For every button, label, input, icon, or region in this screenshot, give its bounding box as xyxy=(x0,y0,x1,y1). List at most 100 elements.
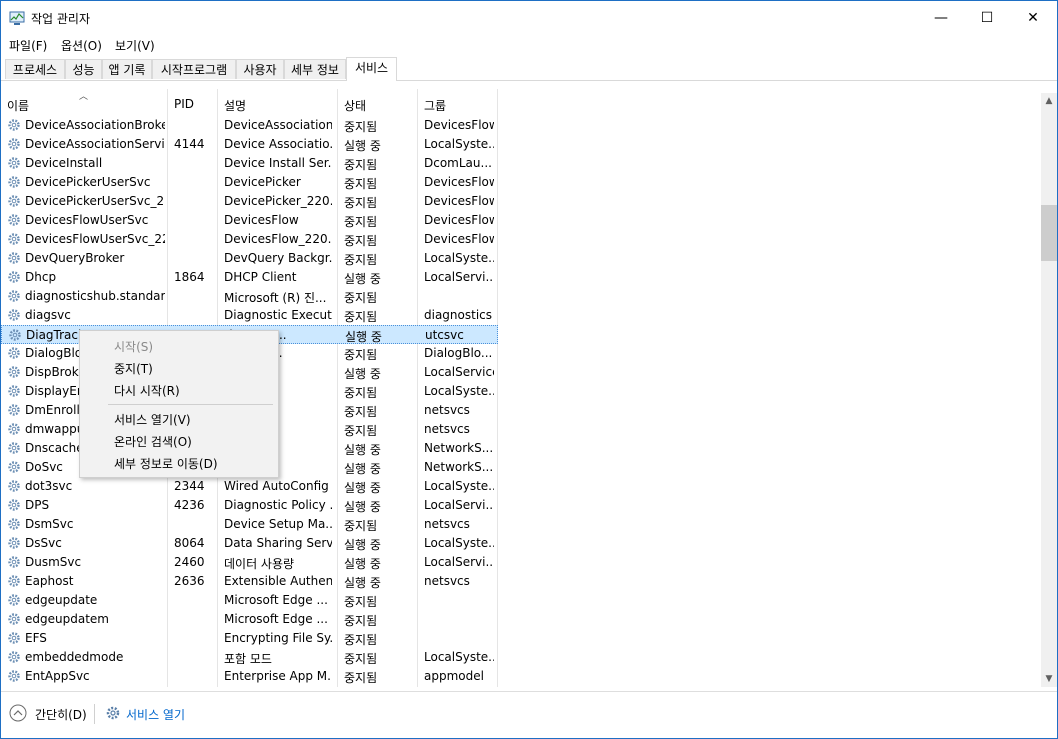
service-status: 실행 중 xyxy=(344,443,381,457)
table-row[interactable]: DevicesFlowUserSvc_22... DevicesFlow_220.… xyxy=(1,230,498,249)
service-gear-icon xyxy=(8,309,20,321)
table-row[interactable]: DevicesFlowUserSvc DevicesFlow 중지됨 DevicesF… xyxy=(1,211,498,230)
table-row[interactable]: DsSvc 8064 Data Sharing Serv... 실행 중 LocalSy… xyxy=(1,534,498,553)
service-pid: 4236 xyxy=(174,498,205,512)
service-group: DevicesFlow xyxy=(424,175,494,189)
table-row[interactable]: Dhcp 1864 DHCP Client 실행 중 LocalServi... xyxy=(1,268,498,287)
menu-item-open-services[interactable]: 서비스 열기(V) xyxy=(114,411,191,428)
service-gear-icon xyxy=(8,366,20,378)
table-row[interactable]: edgeupdatem Microsoft Edge ... 중지됨 xyxy=(1,610,498,629)
table-row[interactable]: DsmSvc Device Setup Ma... 중지됨 netsvcs xyxy=(1,515,498,534)
task-manager-icon xyxy=(9,11,25,25)
service-status: 실행 중 xyxy=(344,538,381,552)
table-row[interactable]: embeddedmode 포함 모드 중지됨 LocalSyste... xyxy=(1,648,498,667)
column-header-description[interactable]: 설명 xyxy=(218,89,338,116)
vertical-scrollbar[interactable]: ▲ ▼ xyxy=(1041,93,1057,687)
service-group: DialogBlo... xyxy=(424,346,493,360)
table-row[interactable]: DusmSvc 2460 데이터 사용량 실행 중 LocalServi... xyxy=(1,553,498,572)
service-group: LocalServi... xyxy=(424,498,494,512)
service-group: netsvcs xyxy=(424,517,470,531)
service-gear-icon xyxy=(8,442,20,454)
table-row[interactable]: DevQueryBroker DevQuery Backgr... 중지됨 Local… xyxy=(1,249,498,268)
tab-users[interactable]: 사용자 xyxy=(236,59,284,79)
service-gear-icon xyxy=(8,613,20,625)
service-gear-icon xyxy=(8,499,20,511)
menu-item-restart[interactable]: 다시 시작(R) xyxy=(114,382,180,399)
table-row[interactable]: DPS 4236 Diagnostic Policy ... 실행 중 LocalSer… xyxy=(1,496,498,515)
tab-startup[interactable]: 시작프로그램 xyxy=(152,59,236,79)
minimize-button[interactable]: — xyxy=(918,1,964,35)
scrollbar-thumb[interactable] xyxy=(1041,205,1057,261)
service-status: 중지됨 xyxy=(344,405,378,419)
service-status: 중지됨 xyxy=(344,234,378,248)
tab-app-history[interactable]: 앱 기록 xyxy=(102,59,152,79)
maximize-button[interactable]: ☐ xyxy=(964,1,1010,35)
table-row[interactable]: DevicePickerUserSvc DevicePicker 중지됨 Device… xyxy=(1,173,498,192)
service-description: Extensible Authen... xyxy=(224,574,332,588)
fewer-details-label[interactable]: 간단히(D) xyxy=(35,706,87,723)
column-header-pid[interactable]: PID xyxy=(168,89,218,116)
service-description: Microsoft Edge ... xyxy=(224,612,328,626)
service-gear-icon xyxy=(8,480,20,492)
menu-bar: 파일(F) 옵션(O) 보기(V) xyxy=(1,35,1057,55)
service-status: 실행 중 xyxy=(345,330,382,344)
service-description: Diagnostic Policy ... xyxy=(224,498,332,512)
column-header-name[interactable]: 이름 ︿ xyxy=(1,89,168,116)
service-name: edgeupdate xyxy=(25,593,98,607)
menu-item-stop[interactable]: 중지(T) xyxy=(114,360,153,377)
fewer-details-button[interactable] xyxy=(9,704,27,722)
service-description: Wired AutoConfig xyxy=(224,479,329,493)
table-row[interactable]: EFS Encrypting File Sy... 중지됨 xyxy=(1,629,498,648)
service-group: DevicesFlow xyxy=(424,194,494,208)
menu-file[interactable]: 파일(F) xyxy=(9,37,47,54)
task-manager-window: 작업 관리자 — ☐ ✕ 파일(F) 옵션(O) 보기(V) 프로세스 성능 앱… xyxy=(0,0,1058,739)
table-row[interactable]: DeviceInstall Device Install Ser... 중지됨 Dco… xyxy=(1,154,498,173)
service-status: 중지됨 xyxy=(344,348,378,362)
menu-item-start[interactable]: 시작(S) xyxy=(114,338,153,355)
service-group: LocalSyste... xyxy=(424,384,494,398)
table-row[interactable]: DeviceAssociationService 4144 Device Assoc… xyxy=(1,135,498,154)
service-status: 중지됨 xyxy=(344,595,378,609)
service-description: DevicePicker_220... xyxy=(224,194,332,208)
tab-details[interactable]: 세부 정보 xyxy=(284,59,346,79)
service-gear-icon xyxy=(8,404,20,416)
table-row[interactable]: DevicePickerUserSvc_22... DevicePicker_22… xyxy=(1,192,498,211)
table-row[interactable]: dot3svc 2344 Wired AutoConfig 실행 중 LocalSyst… xyxy=(1,477,498,496)
table-row[interactable]: Eaphost 2636 Extensible Authen... 실행 중 netsv… xyxy=(1,572,498,591)
column-header-group[interactable]: 그룹 xyxy=(418,89,498,116)
service-gear-icon xyxy=(8,651,20,663)
menu-options[interactable]: 옵션(O) xyxy=(61,37,102,54)
table-row[interactable]: EntAppSvc Enterprise App M... 중지됨 appmodel xyxy=(1,667,498,686)
table-row[interactable]: DeviceAssociationBroke... DeviceAssociati… xyxy=(1,116,498,135)
menu-item-go-to-details[interactable]: 세부 정보로 이동(D) xyxy=(114,455,218,472)
scroll-up-icon[interactable]: ▲ xyxy=(1041,93,1057,109)
tab-services[interactable]: 서비스 xyxy=(346,57,397,81)
column-header-group-label: 그룹 xyxy=(424,99,447,113)
tab-performance[interactable]: 성능 xyxy=(65,59,102,79)
service-description: DevicePicker xyxy=(224,175,301,189)
close-button[interactable]: ✕ xyxy=(1010,1,1056,35)
service-group: NetworkS... xyxy=(424,460,494,474)
service-group: LocalSyste... xyxy=(424,137,494,151)
tab-processes[interactable]: 프로세스 xyxy=(5,59,65,79)
service-status: 실행 중 xyxy=(344,481,381,495)
service-description: Diagnostic Execut... xyxy=(224,308,332,322)
column-header-status-label: 상태 xyxy=(344,99,367,113)
service-gear-icon xyxy=(9,329,21,341)
service-gear-icon xyxy=(8,176,20,188)
service-description: DevQuery Backgr... xyxy=(224,251,332,265)
table-row[interactable]: diagnosticshub.standard... Microsoft (R) … xyxy=(1,287,498,306)
table-row[interactable]: edgeupdate Microsoft Edge ... 중지됨 xyxy=(1,591,498,610)
table-row[interactable]: diagsvc Diagnostic Execut... 중지됨 diagnostic… xyxy=(1,306,498,325)
service-name: DevQueryBroker xyxy=(25,251,125,265)
open-services-link[interactable]: 서비스 열기 xyxy=(126,706,185,723)
column-header-status[interactable]: 상태 xyxy=(338,89,418,116)
service-group: netsvcs xyxy=(424,422,470,436)
service-gear-icon xyxy=(8,556,20,568)
scroll-down-icon[interactable]: ▼ xyxy=(1041,671,1057,687)
service-group: netsvcs xyxy=(424,403,470,417)
menu-item-search-online[interactable]: 온라인 검색(O) xyxy=(114,433,192,450)
menu-view[interactable]: 보기(V) xyxy=(115,37,155,54)
service-name: DsmSvc xyxy=(25,517,74,531)
service-description: Microsoft (R) 진... xyxy=(224,291,327,305)
